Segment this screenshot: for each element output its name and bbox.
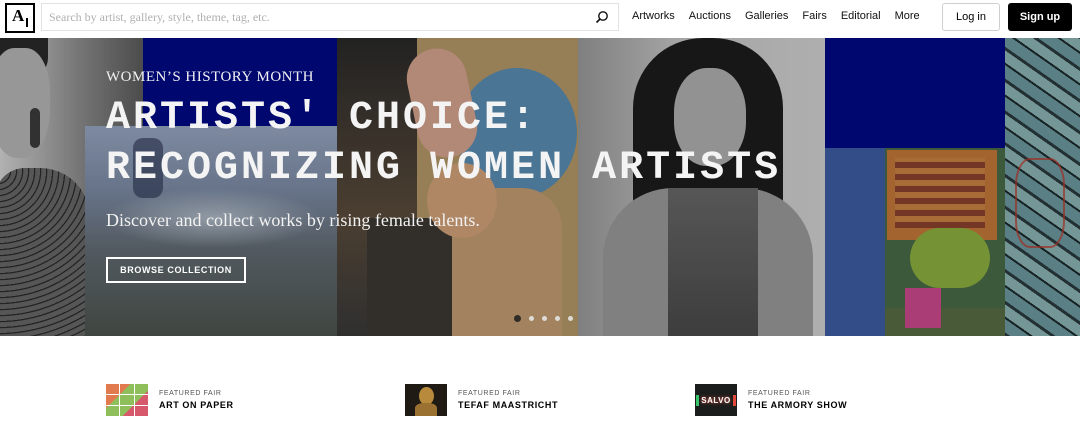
featured-fair-card[interactable]: FEATURED FAIR TEFAF MAASTRICHT — [405, 383, 558, 417]
carousel-dot[interactable] — [542, 316, 547, 321]
fair-name: TEFAF MAASTRICHT — [458, 400, 559, 410]
hero-overline: WOMEN’S HISTORY MONTH — [106, 69, 315, 85]
logo-letter: A — [12, 6, 25, 25]
carousel-dot[interactable] — [555, 316, 560, 321]
carousel-dot[interactable] — [514, 315, 521, 322]
fair-thumbnail: SALVO — [695, 384, 737, 416]
fair-kicker: FEATURED FAIR — [159, 390, 222, 397]
fair-name: THE ARMORY SHOW — [748, 400, 848, 410]
fair-kicker: FEATURED FAIR — [458, 390, 521, 397]
fair-thumbnail — [106, 384, 148, 416]
featured-fair-card[interactable]: SALVO FEATURED FAIR THE ARMORY SHOW — [695, 383, 847, 417]
artsy-logo-icon[interactable]: A — [5, 3, 35, 33]
fair-thumbnail — [405, 384, 447, 416]
search-bar — [41, 3, 619, 31]
hero-title: ARTISTS' CHOICE: RECOGNIZING WOMEN ARTIS… — [106, 96, 782, 191]
neon-sign-text: SALVO — [696, 394, 736, 406]
nav-artworks-link[interactable]: Artworks — [632, 10, 675, 22]
fair-kicker: FEATURED FAIR — [748, 390, 811, 397]
nav-editorial-link[interactable]: Editorial — [841, 10, 881, 22]
featured-fair-card[interactable]: FEATURED FAIR ART ON PAPER — [106, 383, 234, 417]
featured-fairs: FEATURED FAIR ART ON PAPER FEATURED FAIR… — [0, 336, 1080, 435]
carousel-dot[interactable] — [568, 316, 573, 321]
hero-subtitle: Discover and collect works by rising fem… — [106, 210, 480, 230]
hero-carousel[interactable]: WOMEN’S HISTORY MONTH ARTISTS' CHOICE: R… — [0, 38, 1080, 336]
logo-mark — [26, 18, 28, 27]
carousel-pagination — [514, 315, 581, 322]
login-button[interactable]: Log in — [942, 3, 1000, 31]
search-icon[interactable] — [595, 10, 609, 24]
nav-galleries-link[interactable]: Galleries — [745, 10, 788, 22]
top-navigation: A Artworks Auctions Galleries Fairs Edit… — [0, 0, 1080, 38]
browse-collection-button[interactable]: BROWSE COLLECTION — [106, 257, 246, 283]
fair-name: ART ON PAPER — [159, 400, 234, 410]
search-input[interactable] — [42, 4, 582, 30]
nav-more-link[interactable]: More — [895, 10, 920, 22]
signup-button[interactable]: Sign up — [1008, 3, 1072, 31]
carousel-dot[interactable] — [529, 316, 534, 321]
nav-fairs-link[interactable]: Fairs — [802, 10, 826, 22]
main-nav: Artworks Auctions Galleries Fairs Editor… — [632, 0, 934, 32]
nav-auctions-link[interactable]: Auctions — [689, 10, 731, 22]
